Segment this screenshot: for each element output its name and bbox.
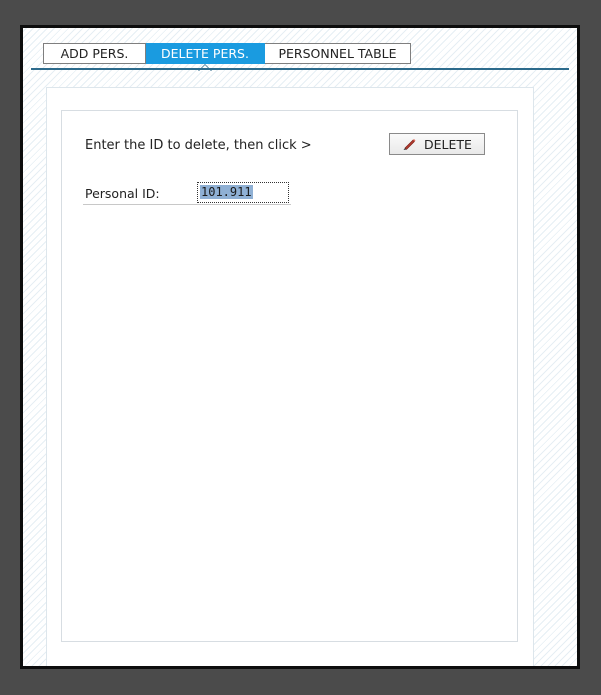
tab-label: PERSONNEL TABLE [278,46,397,61]
tab-divider-rule [31,68,569,70]
tab-label: DELETE PERS. [161,46,249,61]
selected-text: 101.911 [200,185,253,199]
personal-id-label: Personal ID: [85,186,160,201]
tab-bar: ADD PERS. DELETE PERS. PERSONNEL TABLE [43,43,411,71]
delete-button-label: DELETE [424,136,472,152]
tab-add-personnel[interactable]: ADD PERS. [43,43,146,64]
tab-label: ADD PERS. [60,46,129,61]
delete-button[interactable]: DELETE [389,133,485,155]
pen-icon [402,137,416,151]
app-window: ADD PERS. DELETE PERS. PERSONNEL TABLE E… [20,25,580,669]
tab-delete-personnel[interactable]: DELETE PERS. [146,43,265,71]
instruction-text: Enter the ID to delete, then click > [85,138,312,153]
personal-id-input[interactable]: 101.911 [197,182,289,203]
tab-personnel-table[interactable]: PERSONNEL TABLE [265,43,411,64]
field-underline [83,204,291,205]
